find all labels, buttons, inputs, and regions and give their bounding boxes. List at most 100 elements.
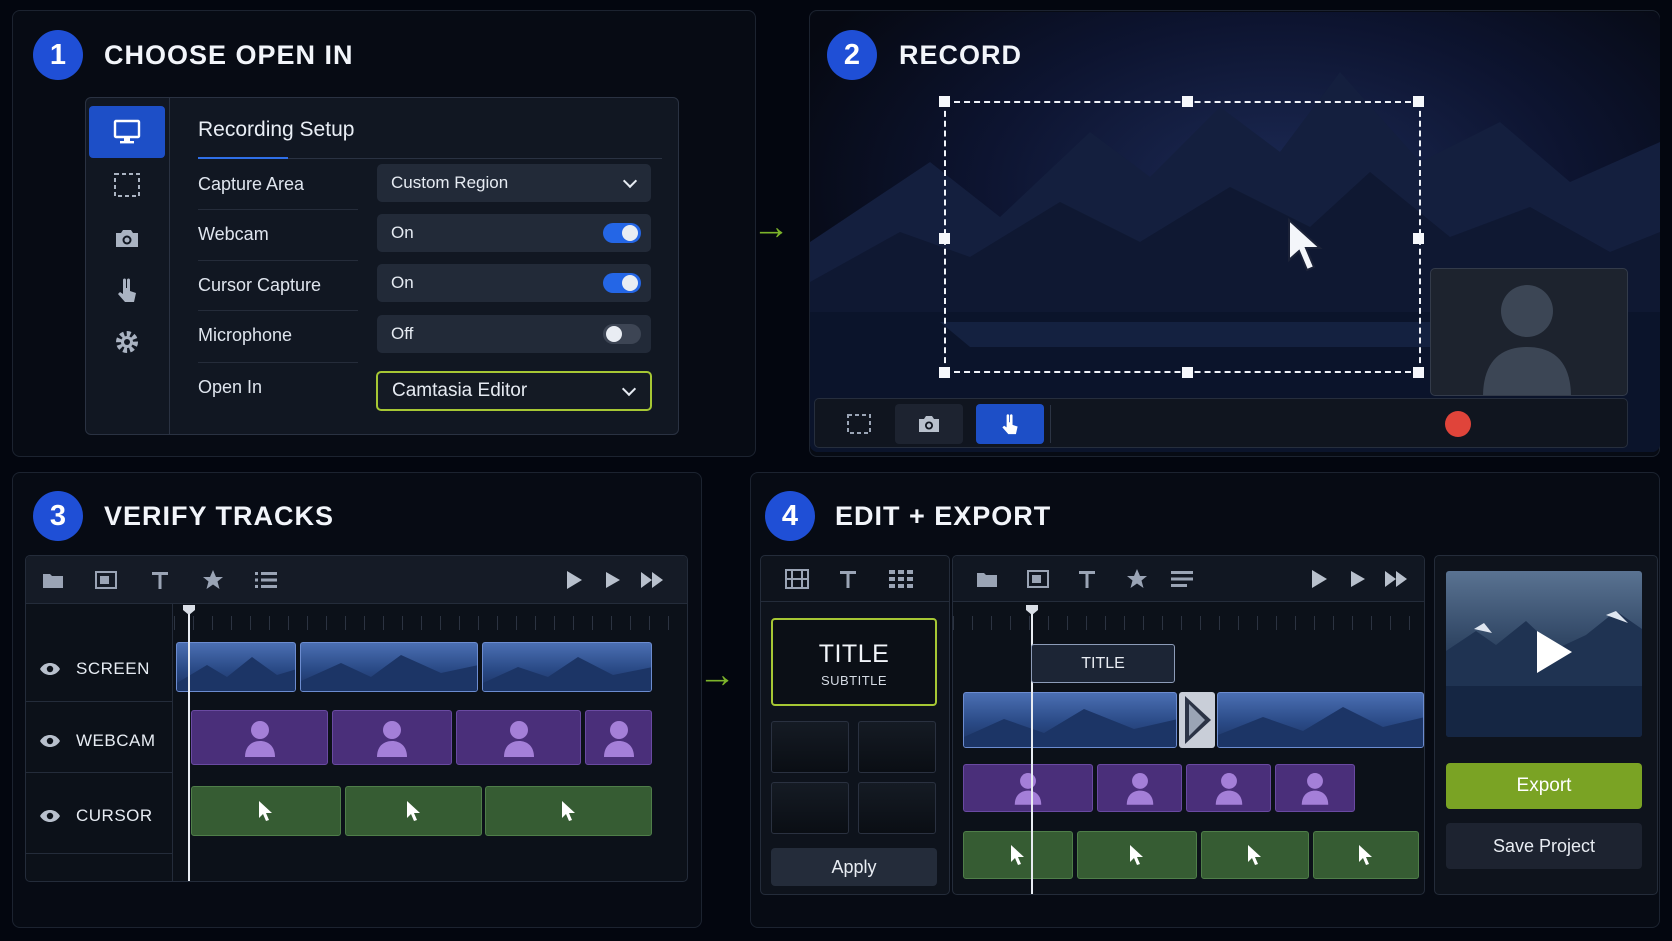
resize-handle[interactable] — [939, 96, 950, 107]
title-clip[interactable]: TITLE — [1031, 644, 1175, 683]
step-forward-icon[interactable] — [601, 568, 625, 592]
align-icon[interactable] — [1171, 570, 1193, 588]
transition-marker[interactable] — [1179, 692, 1215, 748]
film-icon[interactable] — [785, 569, 809, 589]
track-label-screen: SCREEN — [76, 659, 150, 678]
microphone-label: Microphone — [198, 325, 293, 345]
media-icon[interactable] — [1027, 569, 1049, 589]
sidebar-cursor-button[interactable] — [89, 264, 165, 316]
resize-handle[interactable] — [939, 367, 950, 378]
person-icon — [377, 720, 407, 757]
webcam-clip[interactable] — [456, 710, 581, 765]
cursor-click-icon — [118, 278, 136, 302]
eye-icon[interactable] — [39, 662, 61, 676]
webcam-clip[interactable] — [191, 710, 328, 765]
region-tool-button[interactable] — [825, 404, 893, 444]
capture-area-label: Capture Area — [198, 174, 305, 194]
mountain-thumbnail — [177, 657, 295, 691]
fast-forward-icon[interactable] — [1384, 570, 1408, 588]
cursor-clip[interactable] — [1077, 831, 1197, 879]
title-card-subtitle: SUBTITLE — [820, 673, 888, 688]
media-icon[interactable] — [94, 568, 118, 592]
text-icon[interactable] — [1077, 569, 1097, 589]
webcam-clip[interactable] — [332, 710, 452, 765]
list-icon[interactable] — [254, 568, 278, 592]
microphone-field: Off — [377, 315, 651, 353]
step-forward-icon[interactable] — [1350, 570, 1366, 588]
sidebar-region-button[interactable] — [89, 159, 165, 211]
step-2-title: RECORD — [899, 40, 1023, 70]
cursor-clip[interactable] — [963, 831, 1073, 879]
apply-button[interactable]: Apply — [771, 848, 937, 886]
video-preview[interactable] — [1446, 571, 1642, 737]
cursor-clip[interactable] — [485, 786, 652, 836]
cursor-capture-label: Cursor Capture — [198, 275, 322, 295]
screen-clip[interactable] — [482, 642, 652, 692]
camera-icon — [116, 230, 138, 247]
screen-clip[interactable] — [1217, 692, 1424, 748]
person-silhouette-icon — [1483, 285, 1571, 395]
cursor-capture-toggle[interactable] — [603, 273, 641, 293]
template-thumbnail[interactable] — [771, 782, 849, 834]
gear-icon — [116, 331, 138, 353]
text-icon[interactable] — [838, 569, 858, 589]
step-1-title: CHOOSE OPEN IN — [104, 40, 354, 70]
star-icon[interactable] — [201, 568, 225, 592]
edit-timeline — [952, 555, 1425, 895]
template-thumbnail[interactable] — [858, 721, 936, 773]
sidebar-monitor-button[interactable] — [89, 106, 165, 158]
playhead[interactable] — [188, 614, 190, 881]
resize-handle[interactable] — [939, 233, 950, 244]
eye-icon[interactable] — [39, 734, 61, 748]
record-button[interactable] — [1445, 411, 1471, 437]
resize-handle[interactable] — [1413, 233, 1424, 244]
play-icon[interactable] — [1310, 569, 1328, 589]
template-thumbnail[interactable] — [858, 782, 936, 834]
folder-icon[interactable] — [41, 568, 65, 592]
eye-icon[interactable] — [39, 809, 61, 823]
play-icon[interactable] — [562, 568, 586, 592]
screen-clip[interactable] — [176, 642, 296, 692]
fast-forward-icon[interactable] — [640, 568, 664, 592]
cursor-clip[interactable] — [191, 786, 341, 836]
cursor-clip[interactable] — [1201, 831, 1309, 879]
divider — [26, 853, 173, 854]
webcam-toggle[interactable] — [603, 223, 641, 243]
capture-region-selection[interactable] — [944, 101, 1421, 373]
microphone-toggle[interactable] — [603, 324, 641, 344]
webcam-field: On — [377, 214, 651, 252]
camera-tool-button[interactable] — [895, 404, 963, 444]
resize-handle[interactable] — [1413, 367, 1424, 378]
screen-clip[interactable] — [300, 642, 478, 692]
screen-clip[interactable] — [963, 692, 1177, 748]
template-thumbnail[interactable] — [771, 721, 849, 773]
grid-icon[interactable] — [889, 569, 913, 589]
cursor-clip[interactable] — [345, 786, 482, 836]
sidebar-settings-button[interactable] — [89, 316, 165, 368]
webcam-clip[interactable] — [1186, 764, 1271, 812]
open-in-dropdown[interactable]: Camtasia Editor — [376, 371, 652, 411]
timeline-ruler — [953, 616, 1424, 630]
person-icon — [1215, 773, 1242, 805]
folder-icon[interactable] — [976, 570, 998, 588]
webcam-clip[interactable] — [1097, 764, 1182, 812]
step-3-badge: 3 — [33, 491, 83, 541]
export-button[interactable]: Export — [1446, 763, 1642, 809]
toggle-knob — [622, 225, 638, 241]
star-icon[interactable] — [1126, 568, 1148, 590]
webcam-clip[interactable] — [1275, 764, 1355, 812]
sidebar-camera-button[interactable] — [89, 212, 165, 264]
save-project-button[interactable]: Save Project — [1446, 823, 1642, 869]
text-icon[interactable] — [148, 568, 172, 592]
person-icon — [244, 720, 275, 757]
title-template-card[interactable]: TITLE SUBTITLE — [771, 618, 937, 706]
resize-handle[interactable] — [1182, 367, 1193, 378]
webcam-clip[interactable] — [963, 764, 1093, 812]
resize-handle[interactable] — [1182, 96, 1193, 107]
mouse-pointer-icon — [561, 801, 575, 821]
cursor-tool-button[interactable] — [976, 404, 1044, 444]
capture-area-dropdown[interactable]: Custom Region — [377, 164, 651, 202]
resize-handle[interactable] — [1413, 96, 1424, 107]
webcam-clip[interactable] — [585, 710, 652, 765]
cursor-clip[interactable] — [1313, 831, 1419, 879]
